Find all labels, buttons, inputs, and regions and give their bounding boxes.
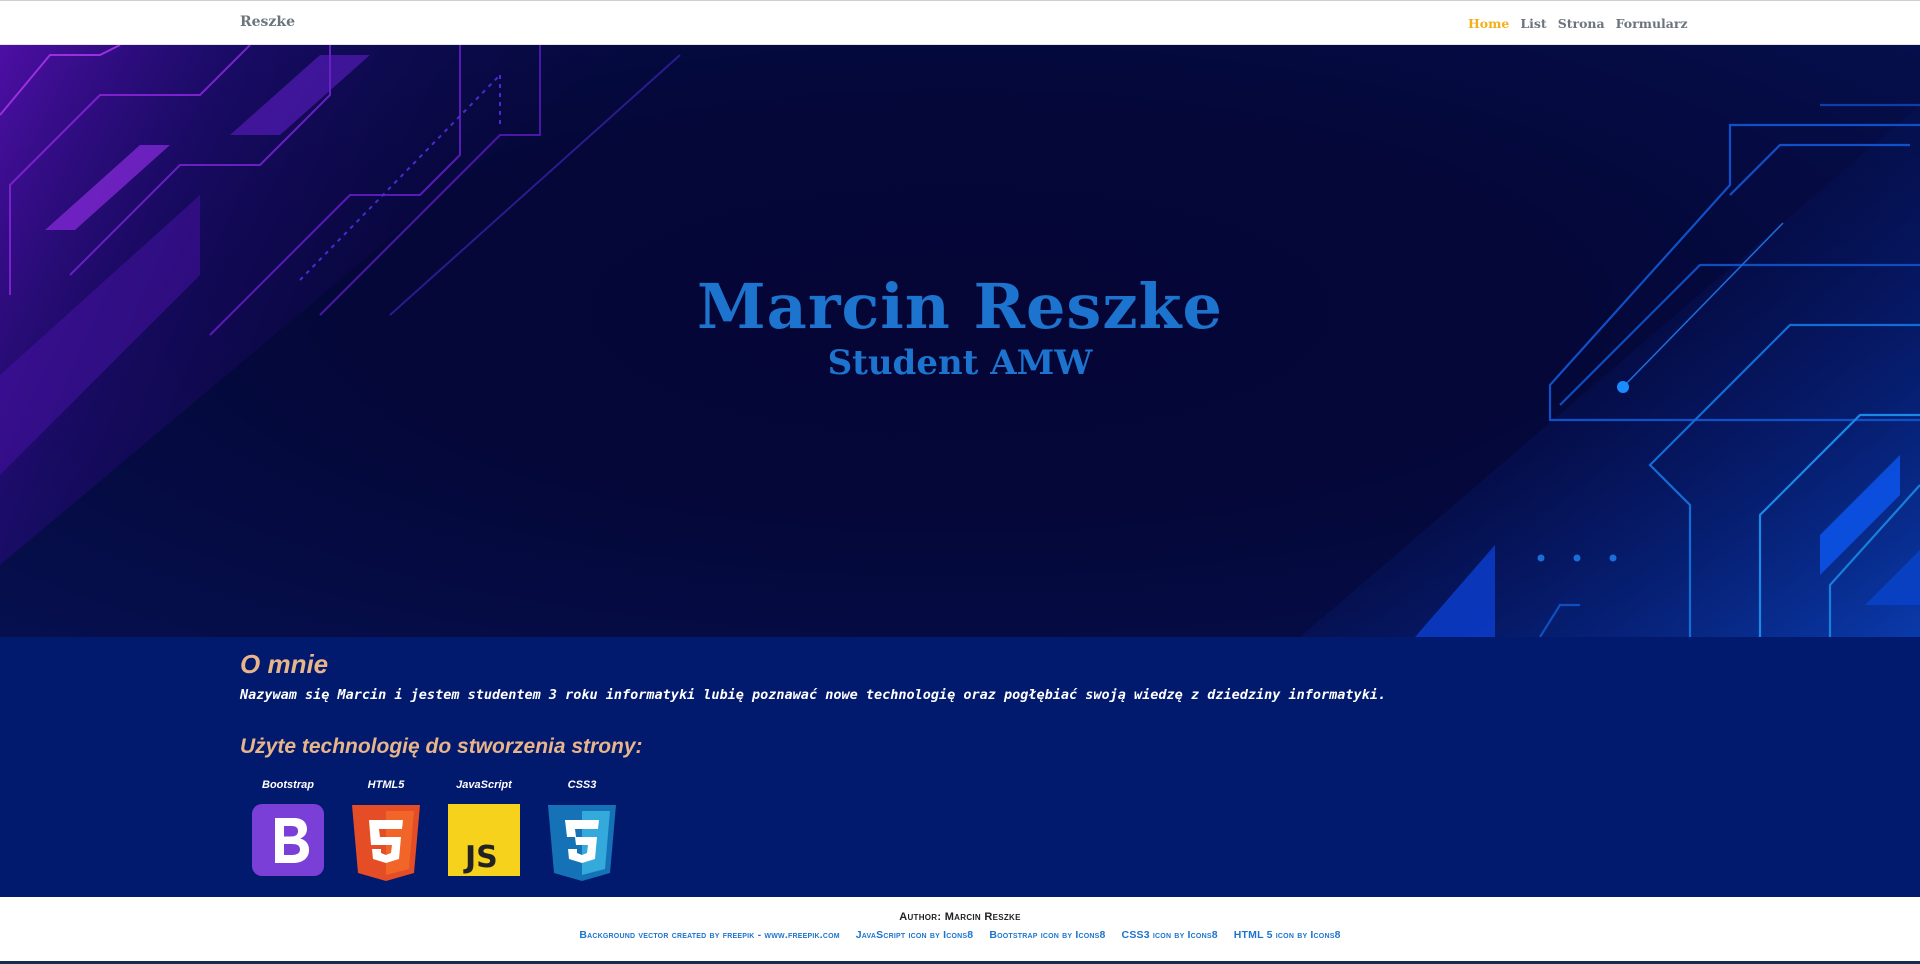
footer-credits: Background vector created by freepik - w…: [0, 929, 1920, 941]
tech-label: Bootstrap: [262, 779, 314, 791]
nav-link-strona[interactable]: Strona: [1558, 16, 1605, 31]
credit-link-css3-icon[interactable]: CSS3 icon by Icons8: [1122, 929, 1218, 941]
about-section: O mnie Nazywam się Marcin i jestem stude…: [0, 637, 1920, 897]
bootstrap-icon: [252, 804, 324, 876]
tech-list: Bootstrap HTML5 JavaScript JS CSS3: [248, 779, 622, 883]
brand-link[interactable]: Reszke: [240, 14, 295, 30]
tech-item-css3: CSS3: [542, 779, 622, 883]
nav-link-list[interactable]: List: [1520, 16, 1546, 31]
javascript-icon: JS: [448, 804, 520, 876]
svg-text:JS: JS: [463, 840, 498, 875]
navbar: Reszke Home List Strona Formularz: [0, 0, 1920, 45]
tech-item-html5: HTML5: [346, 779, 426, 883]
tech-item-bootstrap: Bootstrap: [248, 779, 328, 883]
credit-link-bootstrap-icon[interactable]: Bootstrap icon by Icons8: [989, 929, 1105, 941]
tech-item-javascript: JavaScript JS: [444, 779, 524, 883]
credit-link-javascript-icon[interactable]: JavaScript icon by Icons8: [856, 929, 974, 941]
footer: Author: Marcin Reszke Background vector …: [0, 897, 1920, 964]
about-text: Nazywam się Marcin i jestem studentem 3 …: [240, 687, 1387, 703]
tech-label: HTML5: [367, 779, 405, 791]
nav-link-formularz[interactable]: Formularz: [1616, 16, 1688, 31]
credit-link-freepik[interactable]: Background vector created by freepik - w…: [579, 929, 839, 941]
tech-heading: Użyte technologię do stworzenia strony:: [240, 735, 643, 758]
tech-label: CSS3: [567, 779, 597, 791]
html5-icon: [352, 805, 420, 881]
nav-links: Home List Strona Formularz: [1468, 16, 1688, 31]
hero-section: Marcin Reszke Student AMW: [0, 45, 1920, 637]
tech-label: JavaScript: [456, 779, 512, 791]
nav-link-home[interactable]: Home: [1468, 16, 1509, 31]
hero-title: Marcin Reszke: [697, 270, 1223, 343]
about-heading: O mnie: [240, 649, 329, 679]
hero-subtitle: Student AMW: [827, 343, 1093, 383]
footer-author: Author: Marcin Reszke: [899, 911, 1021, 923]
credit-link-html5-icon[interactable]: HTML 5 icon by Icons8: [1234, 929, 1341, 941]
css3-icon: [548, 805, 616, 881]
